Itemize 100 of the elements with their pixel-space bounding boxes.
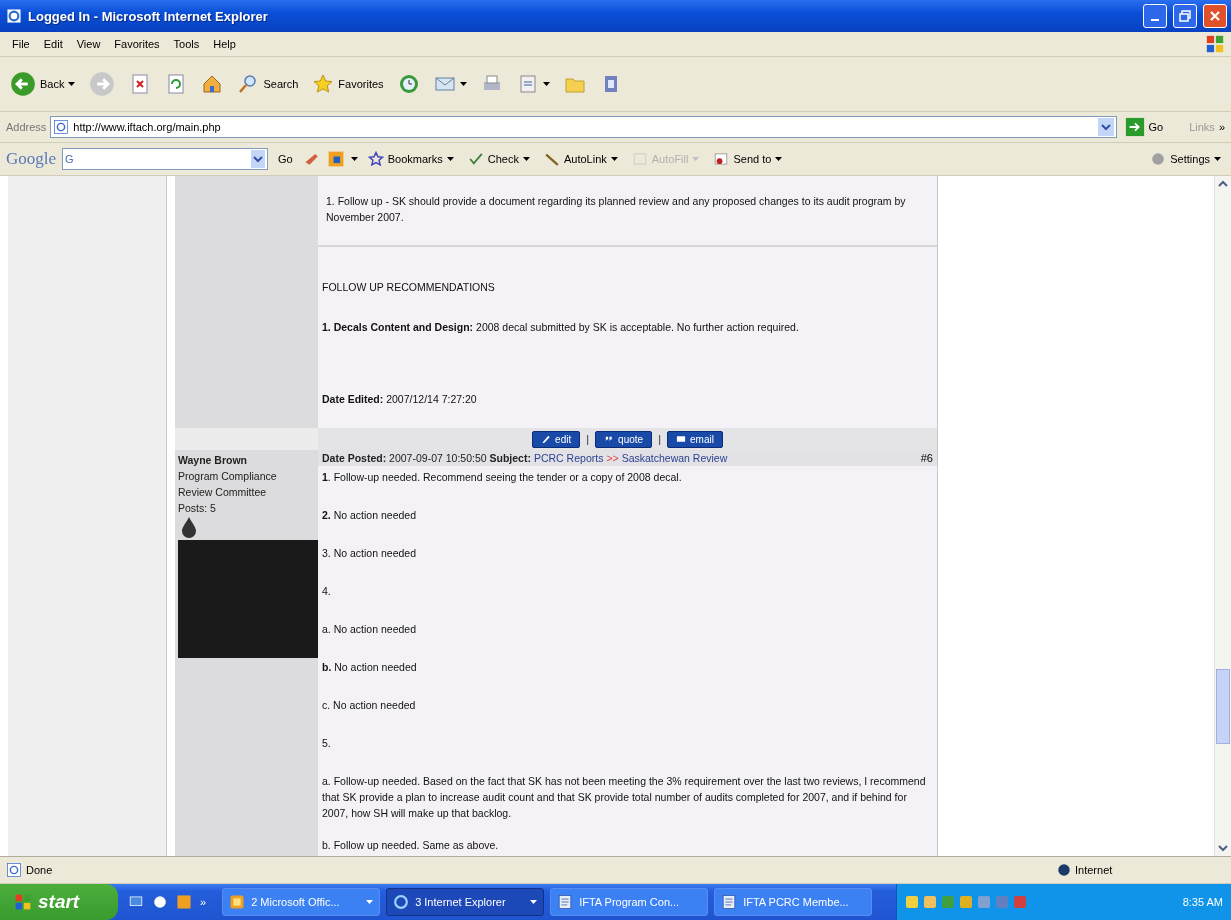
star-icon xyxy=(312,73,335,95)
wand-icon xyxy=(543,151,560,167)
paragraph: 1. Follow-up needed. Recommend seeing the tender or a copy of 2008 decal. xyxy=(322,470,683,485)
document-icon xyxy=(721,894,738,910)
pencil-icon xyxy=(541,434,552,444)
arrow-right-icon xyxy=(1124,117,1145,137)
tray-icon[interactable] xyxy=(1013,895,1027,909)
paragraph: b. Follow up needed. Same as above. xyxy=(322,838,500,853)
menu-item[interactable]: Edit xyxy=(37,36,69,52)
window-title: Logged In - Microsoft Internet Explorer xyxy=(28,8,269,24)
page-icon xyxy=(6,862,22,878)
favorites-button[interactable]: Favorites xyxy=(308,71,388,97)
menu-item[interactable]: Help xyxy=(207,36,242,52)
quote-icon xyxy=(604,434,615,444)
browser-icon xyxy=(152,894,168,910)
address-label: Address xyxy=(6,121,47,133)
caret-icon xyxy=(1214,157,1221,161)
home-icon xyxy=(201,73,224,95)
separator: | xyxy=(658,433,661,445)
spell-check-icon xyxy=(467,151,484,167)
menu-item[interactable]: File xyxy=(6,36,36,52)
scrollbar[interactable] xyxy=(1214,176,1231,856)
tray-icon[interactable] xyxy=(959,895,973,909)
paragraph: 2. No action needed xyxy=(322,508,417,523)
form-icon xyxy=(631,151,648,167)
autolink-button[interactable]: AutoLink xyxy=(539,149,622,169)
post-header-text: Date Posted: 2007-09-07 10:50:50 Subject: PCRC Reports >> Saskatchewan Review xyxy=(322,452,729,464)
back-button[interactable]: Back xyxy=(6,69,80,99)
restore-icon xyxy=(1179,10,1191,22)
tray-icon[interactable] xyxy=(923,895,937,909)
taskbar-button[interactable]: IFTA PCRC Membe... xyxy=(714,888,873,916)
sendto-button[interactable]: Send to xyxy=(709,149,787,169)
caret-icon xyxy=(775,157,783,161)
chevrons: >> xyxy=(606,452,619,464)
taskbar-button[interactable]: IFTA Program Con... xyxy=(550,888,709,916)
author-name: Wayne Brown xyxy=(178,453,248,468)
paragraph: 5. xyxy=(322,736,332,751)
taskbar-button[interactable]: 3 Internet Explorer xyxy=(386,888,545,916)
menu-item[interactable]: View xyxy=(70,36,107,52)
menu-item[interactable]: Favorites xyxy=(108,36,166,52)
go-button[interactable]: Go xyxy=(1120,115,1168,139)
taskbar-button[interactable]: 2 Microsoft Offic... xyxy=(222,888,381,916)
post-count: Posts: 5 xyxy=(178,501,216,516)
office-icon xyxy=(176,894,192,910)
globe-icon xyxy=(1057,863,1071,877)
paragraph: 1. Follow up - SK should provide a document regarding its planned review and any proposed changes to its audit program by November 2007. xyxy=(325,194,907,225)
quote-button[interactable]: quote xyxy=(595,430,653,448)
clock: 8:35 AM xyxy=(1182,896,1223,908)
bookmarks-button[interactable]: Bookmarks xyxy=(363,149,458,169)
caret-icon xyxy=(350,157,358,161)
restore-button[interactable] xyxy=(1173,4,1197,28)
caret-icon xyxy=(459,82,467,86)
caret-icon xyxy=(446,157,454,161)
paragraph: 3. No action needed xyxy=(322,546,417,561)
more-chevron[interactable]: » xyxy=(1218,121,1225,133)
minimize-icon xyxy=(1151,19,1159,21)
paragraph: a. Follow-up needed. Based on the fact that SK has not been meeting the 3% requirement over the last two reviews, I recommend that SK provide a plan to increase audit count and that SK provide total number of audits completed for 2007, and if behind for 2007, how SH will make up that backlog. xyxy=(322,774,927,821)
close-icon xyxy=(1209,10,1221,22)
google-logo: Google xyxy=(6,149,57,169)
google-search-field[interactable]: G xyxy=(62,148,269,170)
windows-flag-icon xyxy=(14,893,32,911)
separator: | xyxy=(586,433,590,445)
settings-button[interactable]: Settings xyxy=(1146,149,1225,169)
author-role: Program Compliance xyxy=(178,469,277,484)
section-heading: FOLLOW UP RECOMMENDATIONS xyxy=(322,280,496,295)
google-go-button[interactable]: Go xyxy=(274,151,297,167)
search-button[interactable]: Search xyxy=(233,71,303,97)
author-role: Review Committee xyxy=(178,485,267,500)
paragraph: 1. Decals Content and Design: 2008 decal submitted by SK is acceptable. No further action required. xyxy=(322,320,800,335)
paragraph: b. No action needed xyxy=(322,660,418,675)
caret-icon xyxy=(610,157,618,161)
edit-button[interactable]: edit xyxy=(532,430,581,448)
office-icon xyxy=(229,894,246,910)
star-outline-icon xyxy=(367,151,384,167)
post-number: #6 xyxy=(920,452,933,464)
close-button[interactable] xyxy=(1203,4,1227,28)
caret-icon xyxy=(692,157,700,161)
caret-icon xyxy=(542,82,550,86)
scroll-thumb[interactable] xyxy=(1216,668,1230,744)
minimize-button[interactable] xyxy=(1143,4,1167,28)
caret-icon xyxy=(522,157,530,161)
clock-icon xyxy=(397,73,420,95)
caret-icon xyxy=(530,900,538,904)
more-chevron[interactable]: » xyxy=(200,896,207,908)
email-button[interactable]: email xyxy=(667,430,723,448)
subject-link[interactable]: Saskatchewan Review xyxy=(621,452,728,464)
caret-icon xyxy=(366,900,374,904)
page-icon xyxy=(53,119,70,135)
subject-link[interactable]: PCRC Reports xyxy=(533,452,604,464)
menu-item[interactable]: Tools xyxy=(167,36,206,52)
tray-icon[interactable] xyxy=(905,895,919,909)
envelope-icon xyxy=(676,434,686,444)
check-button[interactable]: Check xyxy=(463,149,534,169)
address-field[interactable]: http://www.iftach.org/main.php xyxy=(50,116,1117,138)
browser-icon xyxy=(393,894,410,910)
edited-date: Date Edited: 2007/12/14 7:27:20 xyxy=(322,392,478,407)
caret-icon xyxy=(68,82,76,86)
status-text: Done xyxy=(26,864,54,876)
zone-label: Internet xyxy=(1075,864,1114,876)
paragraph: a. No action needed xyxy=(322,622,417,637)
